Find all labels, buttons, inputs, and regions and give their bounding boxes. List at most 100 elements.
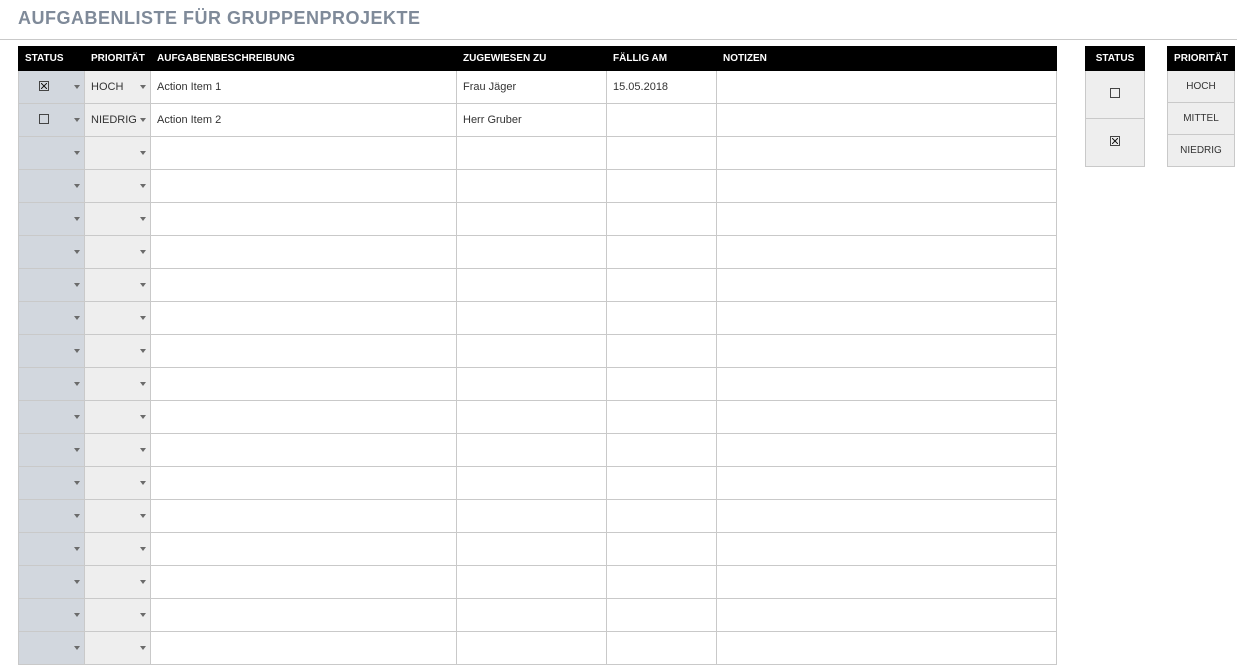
due-cell[interactable] [607, 401, 717, 434]
status-cell[interactable] [19, 368, 85, 401]
assigned-cell[interactable] [457, 401, 607, 434]
due-cell[interactable] [607, 137, 717, 170]
notes-cell[interactable] [717, 599, 1057, 632]
description-cell[interactable] [151, 170, 457, 203]
description-cell[interactable] [151, 203, 457, 236]
due-cell[interactable] [607, 269, 717, 302]
due-cell[interactable] [607, 632, 717, 665]
status-cell[interactable] [19, 104, 85, 137]
due-cell[interactable] [607, 170, 717, 203]
notes-cell[interactable] [717, 368, 1057, 401]
priority-cell[interactable] [85, 203, 151, 236]
status-cell[interactable] [19, 533, 85, 566]
due-cell[interactable] [607, 434, 717, 467]
status-cell[interactable] [19, 599, 85, 632]
notes-cell[interactable] [717, 137, 1057, 170]
description-cell[interactable] [151, 302, 457, 335]
status-cell[interactable] [19, 566, 85, 599]
due-cell[interactable]: 15.05.2018 [607, 71, 717, 104]
status-cell[interactable] [19, 434, 85, 467]
notes-cell[interactable] [717, 401, 1057, 434]
description-cell[interactable] [151, 533, 457, 566]
priority-cell[interactable] [85, 401, 151, 434]
priority-cell[interactable] [85, 599, 151, 632]
description-cell[interactable]: Action Item 2 [151, 104, 457, 137]
notes-cell[interactable] [717, 170, 1057, 203]
description-cell[interactable] [151, 467, 457, 500]
notes-cell[interactable] [717, 71, 1057, 104]
assigned-cell[interactable] [457, 335, 607, 368]
priority-cell[interactable] [85, 434, 151, 467]
assigned-cell[interactable] [457, 170, 607, 203]
description-cell[interactable] [151, 269, 457, 302]
assigned-cell[interactable] [457, 500, 607, 533]
status-cell[interactable] [19, 236, 85, 269]
description-cell[interactable] [151, 599, 457, 632]
due-cell[interactable] [607, 302, 717, 335]
notes-cell[interactable] [717, 104, 1057, 137]
due-cell[interactable] [607, 500, 717, 533]
description-cell[interactable] [151, 401, 457, 434]
assigned-cell[interactable] [457, 203, 607, 236]
due-cell[interactable] [607, 368, 717, 401]
due-cell[interactable] [607, 335, 717, 368]
priority-cell[interactable] [85, 302, 151, 335]
notes-cell[interactable] [717, 302, 1057, 335]
due-cell[interactable] [607, 599, 717, 632]
notes-cell[interactable] [717, 335, 1057, 368]
assigned-cell[interactable] [457, 599, 607, 632]
status-cell[interactable] [19, 269, 85, 302]
assigned-cell[interactable] [457, 302, 607, 335]
due-cell[interactable] [607, 203, 717, 236]
priority-cell[interactable] [85, 566, 151, 599]
notes-cell[interactable] [717, 566, 1057, 599]
status-cell[interactable] [19, 500, 85, 533]
assigned-cell[interactable] [457, 434, 607, 467]
priority-cell[interactable]: HOCH [85, 71, 151, 104]
assigned-cell[interactable] [457, 533, 607, 566]
assigned-cell[interactable] [457, 467, 607, 500]
status-cell[interactable] [19, 401, 85, 434]
assigned-cell[interactable] [457, 368, 607, 401]
description-cell[interactable] [151, 368, 457, 401]
assigned-cell[interactable] [457, 269, 607, 302]
status-cell[interactable] [19, 170, 85, 203]
assigned-cell[interactable] [457, 632, 607, 665]
notes-cell[interactable] [717, 434, 1057, 467]
status-cell[interactable] [19, 335, 85, 368]
priority-cell[interactable] [85, 236, 151, 269]
status-cell[interactable] [19, 71, 85, 104]
priority-cell[interactable]: NIEDRIG [85, 104, 151, 137]
description-cell[interactable] [151, 335, 457, 368]
priority-cell[interactable] [85, 170, 151, 203]
description-cell[interactable] [151, 434, 457, 467]
description-cell[interactable] [151, 500, 457, 533]
status-cell[interactable] [19, 203, 85, 236]
due-cell[interactable] [607, 566, 717, 599]
status-cell[interactable] [19, 467, 85, 500]
due-cell[interactable] [607, 236, 717, 269]
status-cell[interactable] [19, 137, 85, 170]
notes-cell[interactable] [717, 269, 1057, 302]
priority-cell[interactable] [85, 269, 151, 302]
notes-cell[interactable] [717, 500, 1057, 533]
description-cell[interactable] [151, 236, 457, 269]
description-cell[interactable] [151, 566, 457, 599]
priority-cell[interactable] [85, 500, 151, 533]
notes-cell[interactable] [717, 632, 1057, 665]
priority-cell[interactable] [85, 368, 151, 401]
assigned-cell[interactable]: Frau Jäger [457, 71, 607, 104]
due-cell[interactable] [607, 104, 717, 137]
description-cell[interactable] [151, 137, 457, 170]
due-cell[interactable] [607, 533, 717, 566]
priority-cell[interactable] [85, 137, 151, 170]
assigned-cell[interactable] [457, 137, 607, 170]
priority-cell[interactable] [85, 467, 151, 500]
notes-cell[interactable] [717, 203, 1057, 236]
description-cell[interactable]: Action Item 1 [151, 71, 457, 104]
priority-cell[interactable] [85, 335, 151, 368]
due-cell[interactable] [607, 467, 717, 500]
assigned-cell[interactable] [457, 566, 607, 599]
priority-cell[interactable] [85, 632, 151, 665]
description-cell[interactable] [151, 632, 457, 665]
